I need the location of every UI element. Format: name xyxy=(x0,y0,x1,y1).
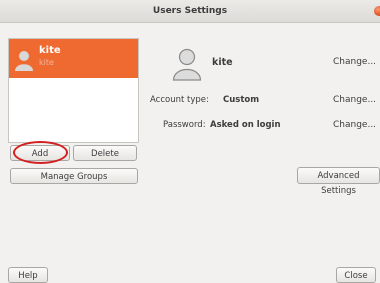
close-button[interactable]: Close xyxy=(336,267,376,283)
password-value: Asked on login xyxy=(210,120,281,130)
add-user-button[interactable]: Add xyxy=(10,145,70,161)
account-type-label: Account type: xyxy=(150,95,209,105)
window-title: Users Settings xyxy=(152,6,228,16)
change-password-link[interactable]: Change... xyxy=(333,120,376,130)
delete-user-button[interactable]: Delete xyxy=(73,145,137,161)
user-list-item-kite[interactable]: kite kite xyxy=(9,39,138,78)
change-name-link[interactable]: Change... xyxy=(333,57,376,67)
help-button[interactable]: Help xyxy=(8,267,48,283)
manage-groups-button[interactable]: Manage Groups xyxy=(10,168,138,184)
title-bar: Users Settings xyxy=(0,0,380,23)
account-type-value: Custom xyxy=(223,95,260,105)
user-list[interactable]: kite kite xyxy=(8,38,139,143)
user-name-value: kite xyxy=(212,57,233,68)
user-avatar-icon xyxy=(15,51,33,71)
window-close-icon[interactable] xyxy=(374,6,380,16)
user-list-subtitle: kite xyxy=(39,58,54,67)
password-label: Password: xyxy=(163,120,206,130)
user-list-name: kite xyxy=(39,45,61,56)
change-account-type-link[interactable]: Change... xyxy=(333,95,376,105)
user-avatar-icon[interactable] xyxy=(172,47,202,81)
advanced-settings-button[interactable]: Advanced Settings xyxy=(297,167,380,196)
